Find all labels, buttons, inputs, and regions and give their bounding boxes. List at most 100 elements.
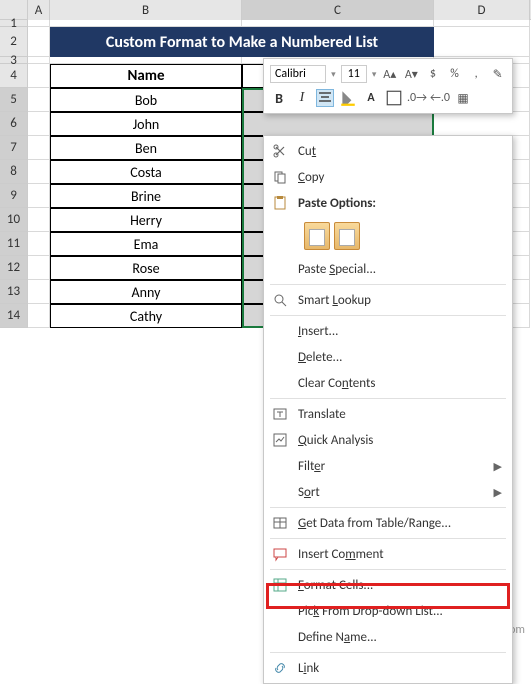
- currency-icon[interactable]: $: [425, 65, 442, 83]
- blank-icon: [270, 456, 290, 476]
- cell-d6[interactable]: [434, 112, 530, 136]
- center-align-icon[interactable]: [316, 89, 334, 107]
- cell-b3[interactable]: [50, 57, 242, 64]
- chevron-right-icon: ▶: [494, 486, 502, 499]
- decrease-font-icon[interactable]: A▾: [403, 65, 420, 83]
- name-cell[interactable]: Anny: [50, 280, 242, 304]
- row-5[interactable]: 5: [0, 88, 28, 112]
- col-b[interactable]: B: [50, 0, 242, 20]
- row-11[interactable]: 11: [0, 232, 28, 256]
- cm-format-cells[interactable]: Format Cells...: [264, 572, 512, 598]
- name-cell[interactable]: Bob: [50, 88, 242, 112]
- name-cell[interactable]: Costa: [50, 160, 242, 184]
- cm-define-name[interactable]: Define Name...: [264, 624, 512, 650]
- cell-a2[interactable]: [28, 27, 50, 57]
- name-cell[interactable]: Herry: [50, 208, 242, 232]
- id-cell[interactable]: [242, 112, 434, 136]
- row-12[interactable]: 12: [0, 256, 28, 280]
- col-c[interactable]: C: [242, 0, 434, 20]
- blank-icon: [270, 601, 290, 621]
- borders-icon[interactable]: [385, 89, 403, 107]
- cell-d1[interactable]: [434, 20, 530, 27]
- cell-a6[interactable]: [28, 112, 50, 136]
- cm-clear-label: Clear Contents: [298, 376, 502, 391]
- cell-a5[interactable]: [28, 88, 50, 112]
- increase-decimal-icon[interactable]: ←.0: [431, 89, 449, 107]
- font-name-select[interactable]: Calibri: [270, 65, 326, 83]
- cm-filter[interactable]: Filter ▶: [264, 453, 512, 479]
- cell-a7[interactable]: [28, 136, 50, 160]
- row-8[interactable]: 8: [0, 160, 28, 184]
- cell-a4[interactable]: [28, 64, 50, 88]
- cell-a10[interactable]: [28, 208, 50, 232]
- cell-b1[interactable]: [50, 20, 242, 27]
- increase-font-icon[interactable]: A▴: [381, 65, 398, 83]
- cm-link[interactable]: Link: [264, 655, 512, 681]
- cm-translate[interactable]: Translate: [264, 401, 512, 427]
- cell-a12[interactable]: [28, 256, 50, 280]
- cm-clear-contents[interactable]: Clear Contents: [264, 370, 512, 396]
- row-3[interactable]: 3: [0, 57, 28, 64]
- cm-delete[interactable]: Delete...: [264, 344, 512, 370]
- italic-icon[interactable]: I: [293, 89, 311, 107]
- cell-a13[interactable]: [28, 280, 50, 304]
- font-color-icon[interactable]: A: [362, 89, 380, 107]
- row-14[interactable]: 14: [0, 304, 28, 328]
- paste-default-icon[interactable]: [304, 222, 330, 250]
- row-1[interactable]: 1: [0, 20, 28, 27]
- row-9[interactable]: 9: [0, 184, 28, 208]
- bold-icon[interactable]: B: [270, 89, 288, 107]
- merge-icon[interactable]: ▦: [454, 89, 472, 107]
- cell-a9[interactable]: [28, 184, 50, 208]
- cell-a3[interactable]: [28, 57, 50, 64]
- col-a[interactable]: A: [28, 0, 50, 20]
- separator: [270, 538, 506, 539]
- cell-a8[interactable]: [28, 160, 50, 184]
- cell-d2[interactable]: [434, 27, 530, 57]
- name-cell[interactable]: John: [50, 112, 242, 136]
- translate-icon: [270, 404, 290, 424]
- col-d[interactable]: D: [434, 0, 530, 20]
- name-cell[interactable]: Ben: [50, 136, 242, 160]
- comma-icon[interactable]: ,: [468, 65, 485, 83]
- row-13[interactable]: 13: [0, 280, 28, 304]
- header-name[interactable]: Name: [50, 64, 242, 88]
- cm-format-cells-label: Format Cells...: [298, 578, 502, 593]
- decrease-decimal-icon[interactable]: .0→: [408, 89, 426, 107]
- cm-sort[interactable]: Sort ▶: [264, 479, 512, 505]
- name-cell[interactable]: Rose: [50, 256, 242, 280]
- name-cell[interactable]: Ema: [50, 232, 242, 256]
- percent-icon[interactable]: %: [446, 65, 463, 83]
- name-cell[interactable]: Cathy: [50, 304, 242, 328]
- row-6[interactable]: 6: [0, 112, 28, 136]
- chevron-right-icon: ▶: [494, 460, 502, 473]
- blank-icon: [270, 321, 290, 341]
- cell-a11[interactable]: [28, 232, 50, 256]
- row-10[interactable]: 10: [0, 208, 28, 232]
- row-4[interactable]: 4: [0, 64, 28, 88]
- cell-c1[interactable]: [242, 20, 434, 27]
- cm-paste-special[interactable]: Paste Special...: [264, 256, 512, 282]
- cm-smart-lookup-label: Smart Lookup: [298, 293, 502, 308]
- cm-cut[interactable]: Cut: [264, 138, 512, 164]
- cm-paste-buttons: [264, 216, 512, 256]
- cm-insert[interactable]: Insert...: [264, 318, 512, 344]
- row-7[interactable]: 7: [0, 136, 28, 160]
- cm-get-data[interactable]: Get Data from Table/Range...: [264, 510, 512, 536]
- cm-smart-lookup[interactable]: Smart Lookup: [264, 287, 512, 313]
- cm-quick-analysis[interactable]: Quick Analysis: [264, 427, 512, 453]
- cm-insert-comment[interactable]: Insert Comment: [264, 541, 512, 567]
- separator: [270, 398, 506, 399]
- format-painter-icon[interactable]: ✎: [489, 65, 506, 83]
- title-cell[interactable]: Custom Format to Make a Numbered List: [50, 27, 434, 57]
- cm-copy[interactable]: Copy: [264, 164, 512, 190]
- name-cell[interactable]: Brine: [50, 184, 242, 208]
- cm-paste-options: Paste Options:: [264, 190, 512, 216]
- cm-pick-list[interactable]: Pick From Drop-down List...: [264, 598, 512, 624]
- font-size-select[interactable]: 11: [341, 65, 367, 83]
- paste-values-icon[interactable]: [334, 222, 360, 250]
- cell-a1[interactable]: [28, 20, 50, 27]
- blank-icon: [270, 627, 290, 647]
- cell-a14[interactable]: [28, 304, 50, 328]
- fill-color-icon[interactable]: [339, 89, 357, 107]
